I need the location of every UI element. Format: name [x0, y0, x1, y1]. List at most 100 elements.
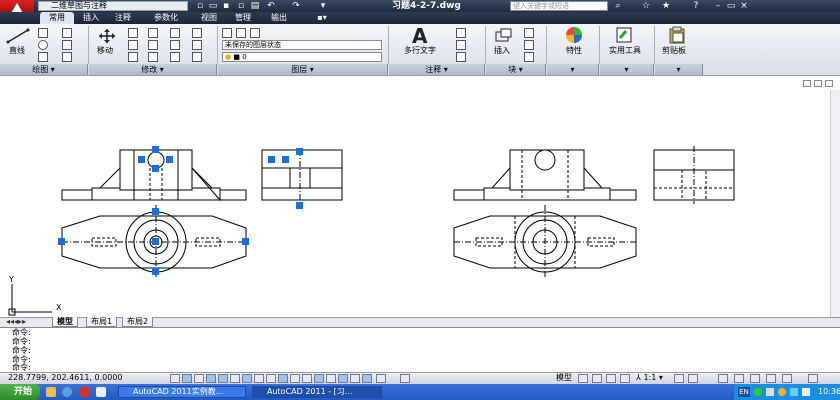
fillet-icon[interactable]	[148, 40, 158, 50]
qat-save-icon[interactable]: ▪	[221, 1, 231, 11]
tray-volume-icon[interactable]	[790, 388, 798, 396]
qp-toggle[interactable]	[290, 374, 300, 383]
zoom-icon[interactable]	[620, 374, 630, 383]
viewport-minimize-icon[interactable]	[803, 80, 811, 87]
quicklaunch-ie-icon[interactable]	[62, 387, 72, 397]
pan-icon[interactable]	[606, 374, 616, 383]
mtext-label[interactable]: 多行文字	[404, 45, 436, 56]
scale-icon[interactable]	[148, 52, 158, 62]
search-icon[interactable]: ⌕	[612, 0, 624, 12]
utilities-label[interactable]: 实用工具	[609, 45, 641, 56]
dimension-icon[interactable]	[456, 28, 466, 38]
help-icon[interactable]: ?	[690, 0, 702, 12]
am-toggle[interactable]	[314, 374, 324, 383]
ortho-toggle[interactable]	[194, 374, 204, 383]
3dosnap-toggle[interactable]	[326, 374, 336, 383]
snap-toggle[interactable]	[170, 374, 180, 383]
layout-nav-icon[interactable]: ◂◂◂▸▸	[6, 317, 26, 327]
tpy-toggle[interactable]	[278, 374, 288, 383]
tab-view[interactable]: 视图	[194, 12, 224, 24]
properties-label[interactable]: 特性	[566, 45, 582, 56]
clipboard-panel-footer[interactable]: ▾	[655, 64, 703, 75]
block-panel-footer[interactable]: 块 ▾	[486, 64, 546, 75]
properties-panel-footer[interactable]: ▾	[547, 64, 599, 75]
selection-grips[interactable]	[58, 146, 303, 275]
polar-toggle[interactable]	[206, 374, 216, 383]
isolate-objects-icon[interactable]	[766, 374, 776, 383]
insert-label[interactable]: 插入	[494, 45, 510, 56]
tray-update-icon[interactable]	[778, 388, 786, 396]
tab-manage[interactable]: 管理	[228, 12, 258, 24]
restore-icon[interactable]: ▭	[725, 0, 737, 12]
front-view-selected[interactable]	[61, 149, 247, 202]
layer-combo[interactable]: ● ■ 0	[222, 52, 382, 62]
model-space-label[interactable]: 模型	[556, 372, 572, 384]
utilities-icon[interactable]	[614, 26, 634, 44]
hatch-icon[interactable]	[62, 40, 72, 50]
communication-icon[interactable]: ☆	[640, 0, 652, 12]
layout-tab-layout1[interactable]: 布局1	[86, 317, 118, 327]
move-label[interactable]: 移动	[97, 45, 113, 56]
rotate-icon[interactable]	[128, 28, 138, 38]
rectangle-icon[interactable]	[62, 28, 72, 38]
quicklaunch-app-icon[interactable]	[80, 387, 90, 397]
sc-toggle[interactable]	[302, 374, 312, 383]
ducs-toggle[interactable]	[242, 374, 252, 383]
annotation-scale[interactable]: ⅄ 1:1 ▾	[636, 372, 663, 384]
tray-misc-icon[interactable]	[802, 388, 810, 396]
modify-panel-footer[interactable]: 修改 ▾	[89, 64, 217, 75]
lock-icon[interactable]	[734, 374, 744, 383]
utilities-panel-footer[interactable]: ▾	[600, 64, 654, 75]
layout-view-icon[interactable]	[400, 374, 410, 383]
side-view[interactable]	[653, 146, 735, 204]
workspace-switch-icon[interactable]	[718, 374, 728, 383]
chamfer-icon[interactable]	[192, 52, 202, 62]
stretch-icon[interactable]	[128, 52, 138, 62]
close-icon[interactable]: ×	[738, 0, 750, 12]
tab-extra-icon[interactable]: ▪▾	[312, 12, 332, 24]
mirror-icon[interactable]	[128, 40, 138, 50]
language-indicator[interactable]: EN	[738, 387, 750, 397]
tray-network-icon[interactable]	[754, 388, 762, 396]
quicklaunch-desktop-icon[interactable]	[96, 387, 106, 397]
copy-icon[interactable]	[170, 40, 180, 50]
otrack-toggle[interactable]	[230, 374, 240, 383]
qat-new-icon[interactable]: ▫	[195, 1, 205, 11]
insert-block-icon[interactable]	[494, 27, 514, 43]
lwt-toggle[interactable]	[266, 374, 276, 383]
osnap-toggle[interactable]	[218, 374, 228, 383]
create-block-icon[interactable]	[524, 28, 534, 38]
tab-home[interactable]: 常用	[40, 12, 74, 24]
selection-cycling-toggle[interactable]	[338, 374, 348, 383]
line-label[interactable]: 直线	[9, 45, 25, 56]
layout-tab-layout2[interactable]: 布局2	[122, 317, 154, 327]
circle-icon[interactable]	[38, 40, 48, 50]
tab-output[interactable]: 输出	[262, 12, 296, 24]
edit-block-icon[interactable]	[524, 40, 534, 50]
leader-icon[interactable]	[456, 40, 466, 50]
line-icon[interactable]	[6, 28, 30, 44]
layer-state-combo[interactable]: 未保存的图层状态	[222, 40, 382, 50]
tab-annotate[interactable]: 注释	[108, 12, 138, 24]
explode-icon[interactable]	[192, 28, 202, 38]
trim-icon[interactable]	[148, 28, 158, 38]
quick-view-icon[interactable]	[376, 374, 386, 383]
array-icon[interactable]	[170, 52, 180, 62]
tray-security-icon[interactable]	[766, 388, 774, 396]
qat-open-icon[interactable]: ▭	[208, 1, 218, 11]
viewport-restore-icon[interactable]	[814, 80, 822, 87]
favorites-icon[interactable]: ★	[660, 0, 672, 12]
drawing-canvas[interactable]: Y X	[0, 90, 830, 317]
clipboard-icon[interactable]	[668, 26, 686, 44]
layer-iso-icon[interactable]	[250, 28, 260, 38]
coordinate-readout[interactable]: 228.7799, 202.4611, 0.0000	[8, 372, 123, 384]
annotation-visibility-icon[interactable]	[674, 374, 684, 383]
status-menu-icon[interactable]	[782, 374, 792, 383]
hardware-accel-icon[interactable]	[750, 374, 760, 383]
taskbar-item-autocad[interactable]: AutoCAD 2011 - [习...	[252, 386, 382, 398]
properties-icon[interactable]	[564, 26, 584, 44]
arc-icon[interactable]	[38, 52, 48, 62]
qat-plot-icon[interactable]: ▤	[250, 1, 260, 11]
annotation-monitor-toggle[interactable]	[362, 374, 372, 383]
annotation-panel-footer[interactable]: 注释 ▾	[389, 64, 485, 75]
